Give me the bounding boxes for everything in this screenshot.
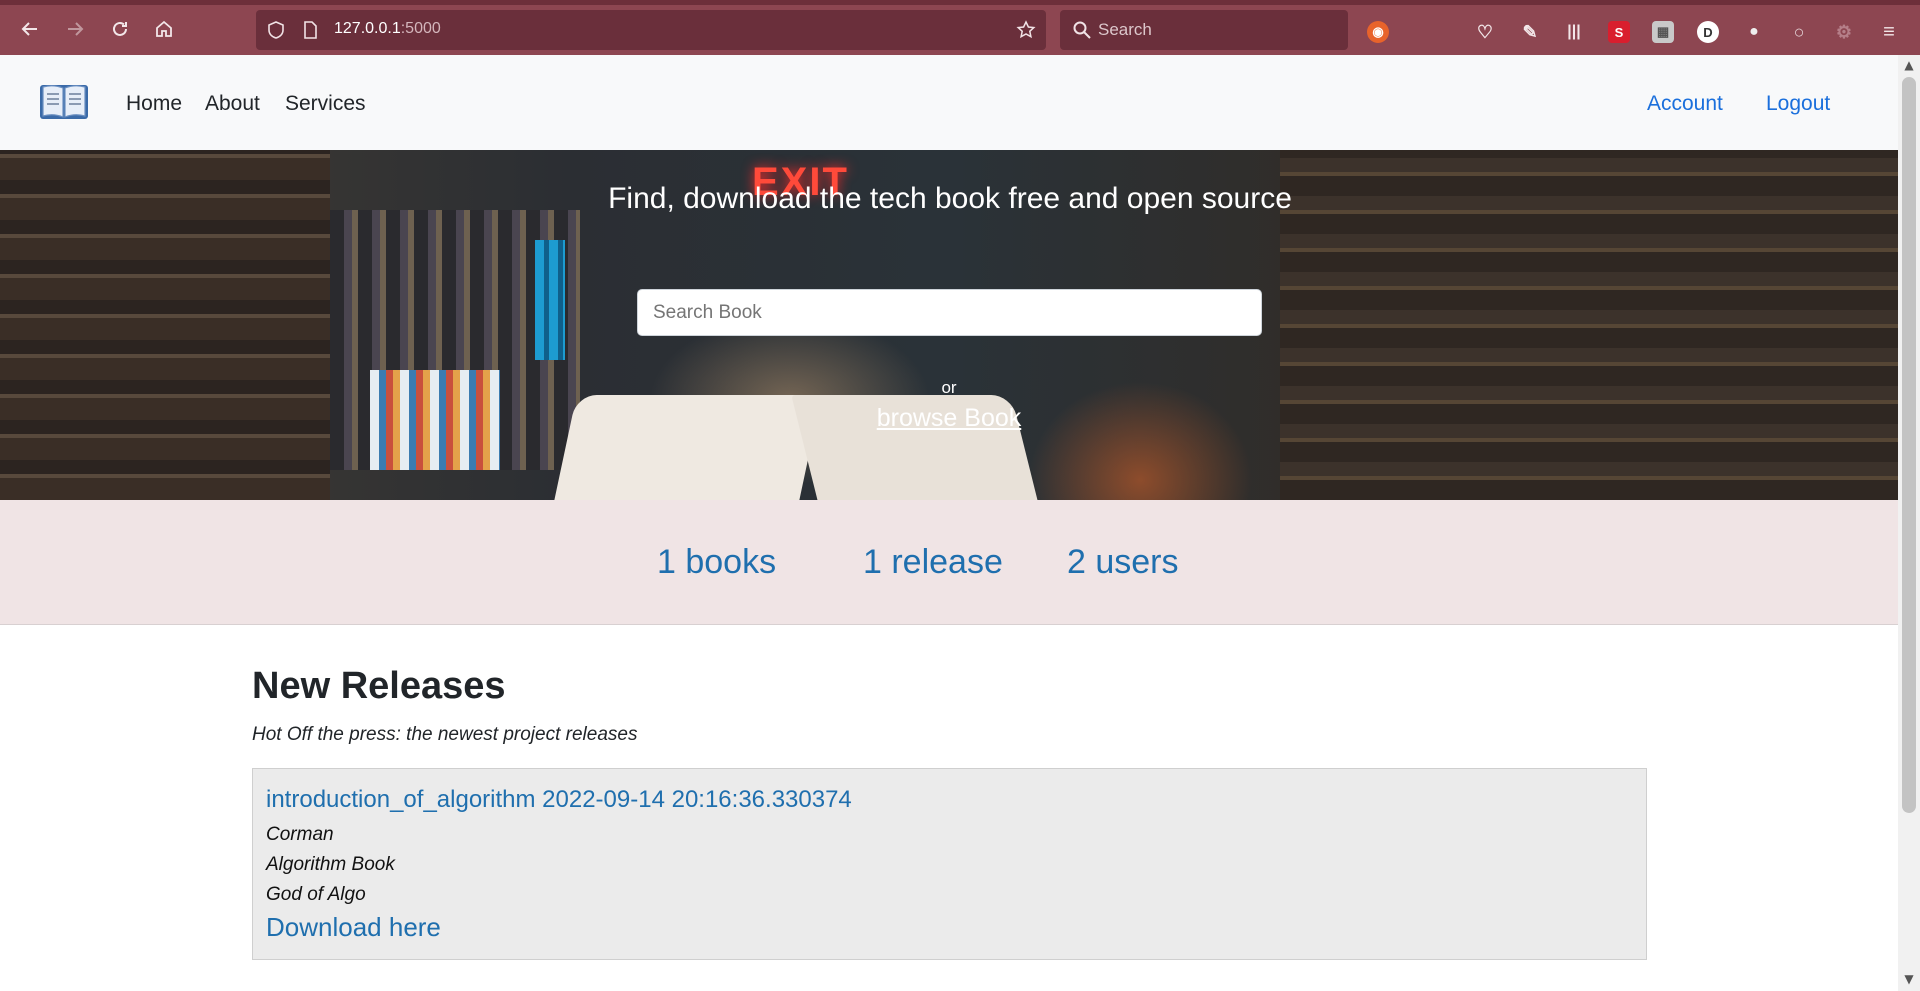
- scroll-down-arrow-icon[interactable]: ▼: [1903, 973, 1915, 985]
- nav-services[interactable]: Services: [285, 92, 366, 116]
- stat-users-link[interactable]: 2 users: [1067, 543, 1179, 582]
- extension-circle-icon[interactable]: ○: [1788, 21, 1810, 43]
- release-category: Algorithm Book: [266, 854, 395, 875]
- new-releases-heading: New Releases: [252, 665, 506, 707]
- site-navbar: Home About Services Account Logout: [0, 55, 1898, 150]
- menu-icon[interactable]: ≡: [1878, 21, 1900, 43]
- extension-gear-icon[interactable]: ⚙: [1833, 21, 1855, 43]
- browser-search-bar[interactable]: Search: [1060, 10, 1348, 50]
- page-icon: [300, 20, 320, 40]
- stat-books-link[interactable]: 1 books: [657, 543, 776, 582]
- extension-puzzle-icon[interactable]: ▦: [1652, 21, 1674, 43]
- scroll-up-arrow-icon[interactable]: ▲: [1903, 59, 1915, 71]
- duckduckgo-icon[interactable]: ◉: [1367, 21, 1389, 43]
- url-port: :5000: [400, 20, 441, 37]
- new-releases-subheading: Hot Off the press: the newest project re…: [252, 724, 638, 745]
- browse-book-link[interactable]: browse Book: [0, 404, 1898, 433]
- download-link[interactable]: Download here: [266, 912, 441, 943]
- nav-home[interactable]: Home: [126, 92, 182, 116]
- blue-books-decoration: [535, 240, 565, 360]
- pocket-icon[interactable]: ♡: [1474, 21, 1496, 43]
- url-bar[interactable]: 127.0.0.1:5000: [256, 10, 1046, 50]
- back-button[interactable]: [15, 14, 45, 44]
- hero-banner: EXIT Find, download the tech book free a…: [0, 150, 1898, 500]
- left-books-decoration: [0, 150, 330, 500]
- hero-or-text: or: [941, 378, 957, 397]
- home-icon: [156, 20, 172, 37]
- search-icon: [1072, 20, 1092, 40]
- browser-toolbar: 127.0.0.1:5000 Search ◉ ♡ ✎ ||| S ▦ D ● …: [0, 0, 1920, 55]
- book-logo-icon[interactable]: [38, 79, 90, 123]
- home-button[interactable]: [149, 14, 179, 44]
- forward-button[interactable]: [60, 14, 90, 44]
- browser-search-placeholder: Search: [1098, 20, 1152, 39]
- release-description: God of Algo: [266, 884, 366, 905]
- arrow-left-icon: [21, 22, 37, 36]
- library-icon[interactable]: |||: [1563, 21, 1585, 43]
- page-scrollbar[interactable]: ▲ ▼: [1898, 55, 1920, 991]
- url-host: 127.0.0.1: [334, 20, 401, 37]
- nav-about[interactable]: About: [205, 92, 260, 116]
- book-search-input[interactable]: [637, 289, 1262, 336]
- shield-icon: [266, 20, 286, 40]
- reload-button[interactable]: [105, 14, 135, 44]
- hero-title: Find, download the tech book free and op…: [608, 182, 1292, 215]
- extension-s-icon[interactable]: S: [1608, 21, 1630, 43]
- extension-ghost-icon[interactable]: ●: [1743, 21, 1765, 43]
- nav-logout[interactable]: Logout: [1766, 92, 1830, 116]
- extension-d-icon[interactable]: D: [1697, 21, 1719, 43]
- nav-account[interactable]: Account: [1647, 92, 1723, 116]
- stats-band: 1 books 1 release 2 users: [0, 500, 1898, 625]
- release-card: introduction_of_algorithm 2022-09-14 20:…: [252, 768, 1647, 960]
- scrollbar-thumb[interactable]: [1902, 77, 1916, 813]
- right-books-decoration: [1280, 150, 1898, 500]
- reload-icon: [113, 21, 127, 36]
- arrow-right-icon: [68, 22, 84, 36]
- bookmark-star-icon[interactable]: [1016, 20, 1036, 40]
- stat-releases-link[interactable]: 1 release: [863, 543, 1003, 582]
- release-author: Corman: [266, 824, 334, 845]
- release-title-link[interactable]: introduction_of_algorithm 2022-09-14 20:…: [266, 786, 852, 814]
- extensions-icon[interactable]: ✎: [1519, 21, 1541, 43]
- url-text: 127.0.0.1:5000: [334, 20, 441, 38]
